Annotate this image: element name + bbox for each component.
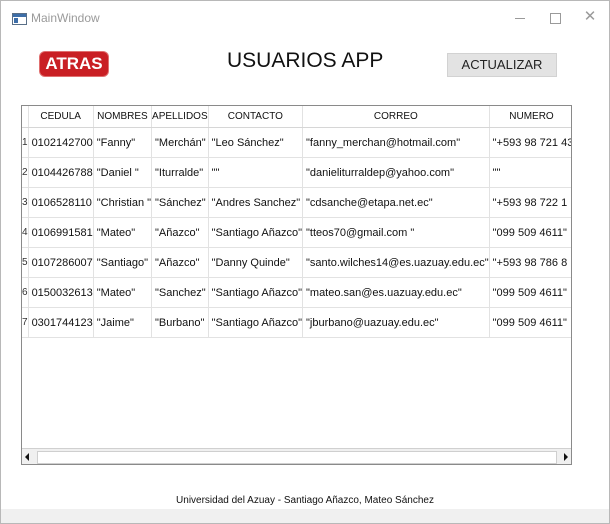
table-row[interactable]: 3 0106528110 "Christian " "Sánchez" "And…: [22, 187, 571, 218]
table-viewport: CEDULA NOMBRES APELLIDOS CONTACTO CORREO…: [22, 106, 571, 448]
cell-cedula[interactable]: 0104426788: [28, 157, 94, 188]
cell-apellidos[interactable]: "Sánchez": [151, 187, 209, 218]
column-header-nombres[interactable]: NOMBRES: [93, 106, 153, 128]
users-grid: CEDULA NOMBRES APELLIDOS CONTACTO CORREO…: [22, 106, 571, 338]
cell-cedula[interactable]: 0106991581: [28, 217, 94, 248]
users-table: CEDULA NOMBRES APELLIDOS CONTACTO CORREO…: [21, 105, 572, 465]
close-button[interactable]: ✕: [573, 7, 607, 27]
cell-correo[interactable]: "mateo.san@es.uazuay.edu.ec": [302, 277, 490, 308]
cell-apellidos[interactable]: "Sanchez": [151, 277, 209, 308]
minimize-button[interactable]: [503, 7, 537, 27]
cell-contacto[interactable]: "Santiago Añazco": [208, 217, 304, 248]
cell-cedula[interactable]: 0150032613: [28, 277, 94, 308]
minimize-icon: [515, 17, 525, 19]
cell-apellidos[interactable]: "Iturralde": [151, 157, 209, 188]
cell-correo[interactable]: "tteos70@gmail.com ": [302, 217, 490, 248]
table-row[interactable]: 7 0301744123 "Jaime" "Burbano" "Santiago…: [22, 307, 571, 338]
cell-correo[interactable]: "fanny_merchan@hotmail.com": [302, 127, 490, 158]
close-icon: ✕: [583, 8, 597, 25]
cell-correo[interactable]: "santo.wilches14@es.uazuay.edu.ec": [302, 247, 490, 278]
column-header-apellidos[interactable]: APELLIDOS: [151, 106, 209, 128]
cell-contacto[interactable]: "Santiago Añazco": [208, 277, 304, 308]
cell-nombres[interactable]: "Jaime": [93, 307, 153, 338]
cell-correo[interactable]: "cdsanche@etapa.net.ec": [302, 187, 490, 218]
cell-numero[interactable]: "+593 98 722 1: [489, 187, 571, 218]
footer-credits: Universidad del Azuay - Santiago Añazco,…: [176, 495, 434, 506]
table-header-row: CEDULA NOMBRES APELLIDOS CONTACTO CORREO…: [22, 106, 571, 128]
cell-contacto[interactable]: "": [208, 157, 304, 188]
cell-numero[interactable]: "099 509 4611": [489, 277, 571, 308]
scroll-right-icon[interactable]: [564, 453, 568, 461]
maximize-button[interactable]: [538, 7, 572, 27]
maximize-icon: [549, 12, 561, 24]
refresh-button[interactable]: ACTUALIZAR: [447, 53, 557, 77]
cell-numero[interactable]: "": [489, 157, 571, 188]
cell-correo[interactable]: "danieliturraldep@yahoo.com": [302, 157, 490, 188]
title-bar: MainWindow ✕: [1, 1, 609, 35]
cell-nombres[interactable]: "Santiago": [93, 247, 153, 278]
cell-contacto[interactable]: "Leo Sánchez": [208, 127, 304, 158]
cell-apellidos[interactable]: "Añazco": [151, 247, 209, 278]
cell-nombres[interactable]: "Daniel ": [93, 157, 153, 188]
column-header-cedula[interactable]: CEDULA: [28, 106, 94, 128]
column-header-contacto[interactable]: CONTACTO: [208, 106, 304, 128]
table-row[interactable]: 2 0104426788 "Daniel " "Iturralde" "" "d…: [22, 157, 571, 188]
cell-cedula[interactable]: 0106528110: [28, 187, 94, 218]
cell-numero[interactable]: "+593 98 721 43: [489, 127, 571, 158]
window-title: MainWindow: [31, 11, 100, 25]
table-row[interactable]: 1 0102142700 "Fanny" "Merchán" "Leo Sánc…: [22, 127, 571, 158]
cell-cedula[interactable]: 0107286007: [28, 247, 94, 278]
page-title: USUARIOS APP: [227, 49, 384, 72]
table-row[interactable]: 5 0107286007 "Santiago" "Añazco" "Danny …: [22, 247, 571, 278]
column-header-numero[interactable]: NUMERO: [489, 106, 571, 128]
scrollbar-thumb[interactable]: [37, 451, 557, 464]
cell-apellidos[interactable]: "Merchán": [151, 127, 209, 158]
cell-contacto[interactable]: "Santiago Añazco": [208, 307, 304, 338]
cell-numero[interactable]: "099 509 4611": [489, 307, 571, 338]
cell-nombres[interactable]: "Mateo": [93, 277, 153, 308]
cell-contacto[interactable]: "Andres Sanchez": [208, 187, 304, 218]
back-button[interactable]: ATRAS: [40, 52, 108, 76]
scroll-left-icon[interactable]: [25, 453, 29, 461]
cell-numero[interactable]: "099 509 4611": [489, 217, 571, 248]
cell-cedula[interactable]: 0301744123: [28, 307, 94, 338]
cell-apellidos[interactable]: "Añazco": [151, 217, 209, 248]
cell-nombres[interactable]: "Fanny": [93, 127, 153, 158]
app-window-icon: [12, 13, 27, 25]
status-bar: [1, 509, 609, 523]
cell-contacto[interactable]: "Danny Quinde": [208, 247, 304, 278]
main-window: MainWindow ✕ ATRAS USUARIOS APP ACTUALIZ…: [0, 0, 610, 524]
cell-cedula[interactable]: 0102142700: [28, 127, 94, 158]
table-row[interactable]: 6 0150032613 "Mateo" "Sanchez" "Santiago…: [22, 277, 571, 308]
cell-correo[interactable]: "jburbano@uazuay.edu.ec": [302, 307, 490, 338]
cell-apellidos[interactable]: "Burbano": [151, 307, 209, 338]
cell-nombres[interactable]: "Mateo": [93, 217, 153, 248]
table-row[interactable]: 4 0106991581 "Mateo" "Añazco" "Santiago …: [22, 217, 571, 248]
column-header-correo[interactable]: CORREO: [302, 106, 490, 128]
horizontal-scrollbar[interactable]: [22, 448, 571, 464]
cell-numero[interactable]: "+593 98 786 8: [489, 247, 571, 278]
cell-nombres[interactable]: "Christian ": [93, 187, 153, 218]
